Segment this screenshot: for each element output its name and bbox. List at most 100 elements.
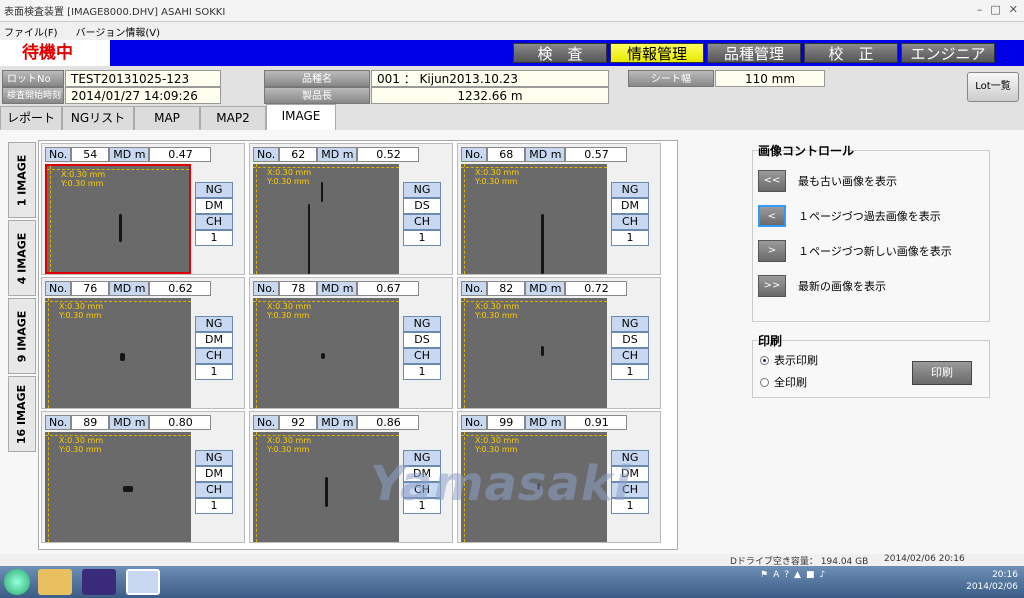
print-option-1[interactable]: 全印刷 (760, 374, 807, 390)
image-tile[interactable]: No. 68 MD m 0.57 X:0.30 mm Y:0.30 mm NG DM CH 1 (457, 143, 661, 275)
clock-date: 2014/02/06 (966, 582, 1018, 592)
view-mode-tabs: 1 IMAGE 4 IMAGE 9 IMAGE 16 IMAGE (8, 142, 38, 454)
nav-button-2[interactable]: 品種管理 (707, 43, 801, 63)
badge-3: 1 (195, 364, 233, 380)
nav-button-3[interactable]: 校 正 (804, 43, 898, 63)
help-icon[interactable]: ? (784, 570, 789, 580)
md-label: MD m (109, 281, 150, 296)
tile-header: No. 54 MD m 0.47 (45, 147, 212, 162)
inspection-image[interactable]: X:0.30 mm Y:0.30 mm (45, 298, 191, 408)
badge-2: CH (195, 348, 233, 364)
image-tile[interactable]: No. 76 MD m 0.62 X:0.30 mm Y:0.30 mm NG DM CH 1 (41, 277, 245, 409)
arrow-up-icon[interactable]: ▲ (794, 570, 801, 580)
scale-x: X:0.30 mm (475, 168, 520, 177)
no-label: No. (45, 415, 72, 430)
newest-button[interactable]: >> (758, 275, 786, 297)
flag-icon[interactable]: ⚑ (760, 570, 768, 580)
image-scale-text: X:0.30 mm Y:0.30 mm (61, 170, 105, 188)
inspection-image[interactable]: X:0.30 mm Y:0.30 mm (253, 298, 399, 408)
folder-icon[interactable] (38, 569, 72, 595)
lot-list-button[interactable]: Lot一覧 (967, 72, 1019, 102)
nav-button-1[interactable]: 情報管理 (610, 43, 704, 63)
ime-icon[interactable]: A (773, 570, 779, 580)
visual-studio-icon[interactable] (82, 569, 116, 595)
nav-button-0[interactable]: 検 査 (513, 43, 607, 63)
md-value: 0.62 (149, 281, 212, 296)
inspection-image[interactable]: X:0.30 mm Y:0.30 mm (45, 164, 191, 274)
image-tile[interactable]: No. 62 MD m 0.52 X:0.30 mm Y:0.30 mm NG DS CH 1 (249, 143, 453, 275)
next-button[interactable]: > (758, 240, 786, 262)
app-window-icon[interactable] (126, 569, 160, 595)
product-length-label: 製品長 (264, 87, 370, 104)
inspection-image[interactable]: X:0.30 mm Y:0.30 mm (461, 164, 607, 274)
product-name-value: 001 ： Kijun2013.10.23 (371, 70, 609, 87)
oldest-button[interactable]: << (758, 170, 786, 192)
tab-map[interactable]: MAP (134, 106, 200, 130)
defect-mark (321, 353, 325, 359)
no-label: No. (461, 147, 488, 162)
control-label: 最も古い画像を表示 (798, 175, 897, 188)
tab-map2[interactable]: MAP2 (200, 106, 266, 130)
ruler-y (253, 298, 257, 408)
menu-file[interactable]: ファイル(F) (4, 24, 58, 39)
radio-icon[interactable] (760, 377, 769, 387)
tile-header: No. 62 MD m 0.52 (253, 147, 420, 162)
print-button[interactable]: 印刷 (912, 361, 972, 385)
menu-version[interactable]: バージョン情報(V) (76, 24, 160, 39)
tab-レポート[interactable]: レポート (0, 106, 62, 130)
image-tile[interactable]: No. 54 MD m 0.47 X:0.30 mm Y:0.30 mm NG DM CH 1 (41, 143, 245, 275)
badge-0: NG (195, 450, 233, 466)
control-row-3[interactable]: >> 最新の画像を表示 (758, 275, 886, 297)
image-tile[interactable]: No. 78 MD m 0.67 X:0.30 mm Y:0.30 mm NG DS CH 1 (249, 277, 453, 409)
control-row-1[interactable]: <１ページづつ過去画像を表示 (758, 205, 941, 227)
ruler-y (45, 298, 49, 408)
defect-mark (120, 353, 125, 361)
clock-time: 20:16 (992, 570, 1018, 580)
inspection-image[interactable]: X:0.30 mm Y:0.30 mm (45, 432, 191, 542)
badge-3: 1 (195, 230, 233, 246)
image-tile[interactable]: No. 82 MD m 0.72 X:0.30 mm Y:0.30 mm NG DS CH 1 (457, 277, 661, 409)
network-icon[interactable]: ■ (806, 570, 815, 580)
volume-icon[interactable]: ♪ (819, 570, 825, 580)
tile-header: No. 99 MD m 0.91 (461, 415, 628, 430)
badge-0: NG (403, 182, 441, 198)
defect-badges: NG DM CH 1 (195, 316, 233, 380)
minimize-icon[interactable]: – (977, 3, 983, 16)
view-tab-0[interactable]: 1 IMAGE (8, 142, 36, 218)
window-title: 表面検査装置 [IMAGE8000.DHV] ASAHI SOKKI (4, 7, 226, 18)
radio-icon[interactable] (760, 355, 769, 365)
footer-datetime: 2014/02/06 20:16 (884, 554, 965, 564)
badge-2: CH (403, 214, 441, 230)
inspection-image[interactable]: X:0.30 mm Y:0.30 mm (253, 164, 399, 274)
tab-ngリスト[interactable]: NGリスト (62, 106, 134, 130)
view-tab-2[interactable]: 9 IMAGE (8, 298, 36, 374)
status-indicator: 待機中 (0, 40, 110, 66)
control-row-2[interactable]: >１ページづつ新しい画像を表示 (758, 240, 952, 262)
tab-image[interactable]: IMAGE (266, 104, 336, 130)
scale-x: X:0.30 mm (475, 436, 520, 445)
md-value: 0.80 (149, 415, 212, 430)
product-length-value: 1232.66 m (371, 87, 609, 104)
image-number: 54 (71, 147, 110, 162)
maximize-icon[interactable]: □ (990, 3, 1000, 16)
tile-header: No. 76 MD m 0.62 (45, 281, 212, 296)
image-number: 92 (279, 415, 318, 430)
image-tile[interactable]: No. 89 MD m 0.80 X:0.30 mm Y:0.30 mm NG DM CH 1 (41, 411, 245, 543)
tile-header: No. 68 MD m 0.57 (461, 147, 628, 162)
view-tab-3[interactable]: 16 IMAGE (8, 376, 36, 452)
image-number: 68 (487, 147, 526, 162)
taskbar-clock[interactable]: 20:16 2014/02/06 (966, 569, 1018, 593)
view-tab-1[interactable]: 4 IMAGE (8, 220, 36, 296)
badge-3: 1 (611, 230, 649, 246)
md-label: MD m (317, 147, 358, 162)
badge-3: 1 (403, 230, 441, 246)
inspection-image[interactable]: X:0.30 mm Y:0.30 mm (461, 298, 607, 408)
nav-button-4[interactable]: エンジニア (901, 43, 995, 63)
prev-button[interactable]: < (758, 205, 786, 227)
print-option-0[interactable]: 表示印刷 (760, 352, 818, 368)
close-icon[interactable]: ✕ (1009, 3, 1018, 16)
footer-bar: Dドライブ空き容量： 194.04 GB 2014/02/06 20:16 (0, 554, 1024, 567)
start-icon[interactable] (4, 569, 30, 595)
control-row-0[interactable]: << 最も古い画像を表示 (758, 170, 897, 192)
badge-3: 1 (611, 364, 649, 380)
